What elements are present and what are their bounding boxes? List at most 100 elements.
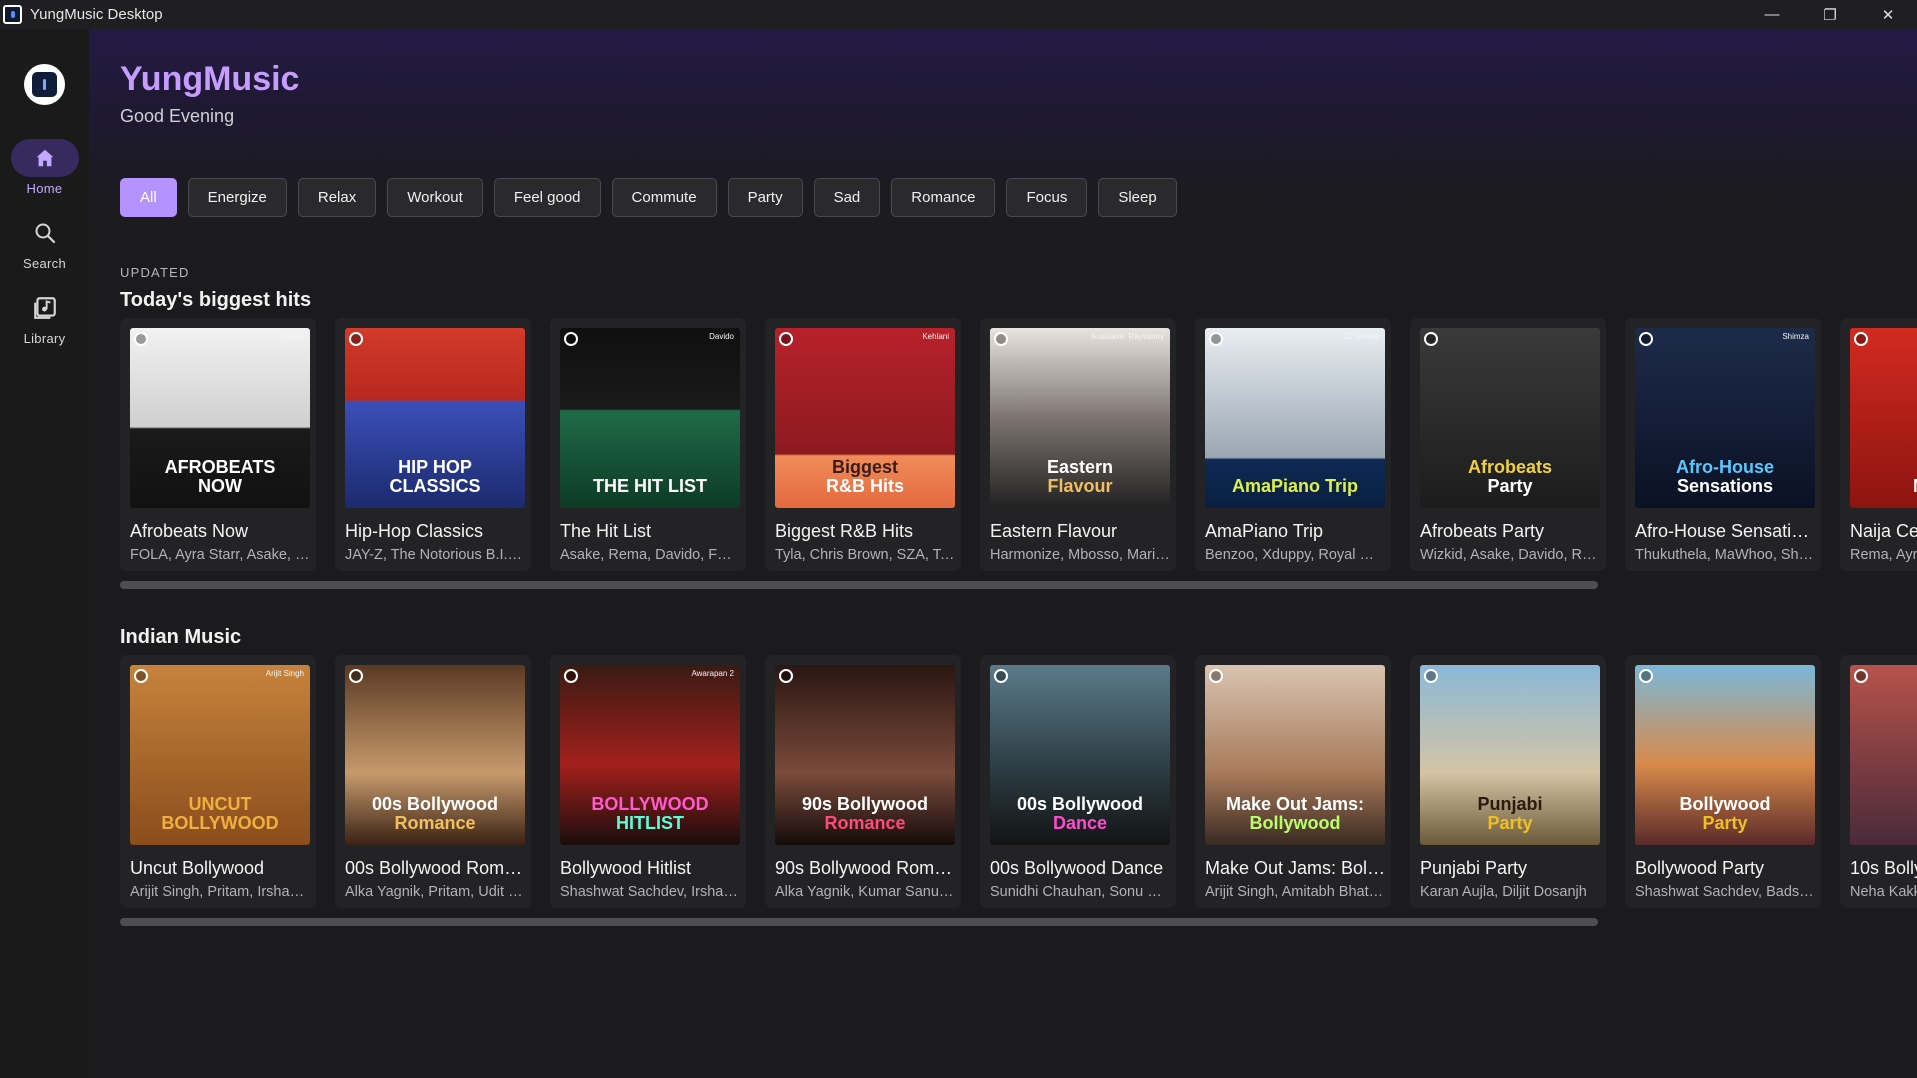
playlist-artists: Benzoo, Xduppy, Royal MusiQ bbox=[1205, 547, 1385, 563]
chip-commute[interactable]: Commute bbox=[611, 178, 717, 217]
yungmusic-badge-icon bbox=[1424, 669, 1438, 683]
cover-text-line-1: AmaPiano Trip bbox=[1231, 476, 1359, 496]
playlist-cover[interactable]: Bollywood Party bbox=[1635, 665, 1815, 845]
playlist-cover[interactable]: 00s Bollywood Romance bbox=[345, 665, 525, 845]
playlist-artists: Arijit Singh, Pritam, Irshad Kamil bbox=[130, 884, 310, 900]
playlist-title[interactable]: Uncut Bollywood bbox=[130, 858, 314, 879]
chip-sad[interactable]: Sad bbox=[813, 178, 881, 217]
playlist-card[interactable]: Arijit Singh UNCUT BOLLYWOOD Uncut Bollywoo… bbox=[120, 655, 316, 908]
app-logo[interactable] bbox=[24, 64, 65, 105]
playlist-card[interactable]: 00s Bollywood Romance 00s Bollywood Romanc… bbox=[335, 655, 531, 908]
yungmusic-badge-icon bbox=[1639, 669, 1653, 683]
playlist-card[interactable]: Punjabi Party Punjabi Party Karan Aujla, Di… bbox=[1410, 655, 1606, 908]
playlist-card[interactable]: 10s B 10s Bollywood Neha Kakkar bbox=[1840, 655, 1917, 908]
playlist-title[interactable]: 00s Bollywood Dance bbox=[990, 858, 1174, 879]
playlist-card[interactable]: HIP HOP CLASSICS Hip-Hop Classics JAY-Z, Th… bbox=[335, 318, 531, 571]
sidebar-item-search[interactable]: Search bbox=[0, 214, 89, 271]
chip-all[interactable]: All bbox=[120, 178, 177, 217]
cover-artist: Awarapan 2 bbox=[691, 669, 734, 678]
playlist-card[interactable]: 00s Bollywood Dance 00s Bollywood Dance Sun… bbox=[980, 655, 1176, 908]
chip-sleep[interactable]: Sleep bbox=[1098, 178, 1177, 217]
playlist-title[interactable]: Punjabi Party bbox=[1420, 858, 1604, 879]
cover-text-line-2: Flavour bbox=[1047, 476, 1113, 496]
playlist-card[interactable]: Afrobeats Party Afrobeats Party Wizkid, Asa… bbox=[1410, 318, 1606, 571]
playlist-cover[interactable]: Shimza Afro-House Sensations bbox=[1635, 328, 1815, 508]
playlist-card[interactable]: 90s Bollywood Romance 90s Bollywood Romanc… bbox=[765, 655, 961, 908]
playlist-title[interactable]: Afrobeats Party bbox=[1420, 521, 1604, 542]
playlist-cover[interactable]: Kehlani Biggest R&B Hits bbox=[775, 328, 955, 508]
chip-relax[interactable]: Relax bbox=[297, 178, 377, 217]
playlist-card[interactable]: Make Out Jams: Bollywood Make Out Jams: Bo… bbox=[1195, 655, 1391, 908]
chip-workout[interactable]: Workout bbox=[387, 178, 483, 217]
playlist-cover[interactable]: 90s Bollywood Romance bbox=[775, 665, 955, 845]
playlist-row: Rema AFROBEATS NOW Afrobeats Now FOLA, Ayra … bbox=[120, 318, 1917, 571]
horizontal-scrollbar[interactable] bbox=[120, 581, 1598, 589]
playlist-artists: Alka Yagnik, Kumar Sanu, Udit Narayan bbox=[775, 884, 955, 900]
home-icon bbox=[36, 149, 53, 167]
chip-energize[interactable]: Energize bbox=[187, 178, 287, 217]
cover-text: UNCUT BOLLYWOOD bbox=[130, 795, 310, 833]
playlist-artists: Rema, Ayra Starr bbox=[1850, 547, 1917, 563]
playlist-cover[interactable]: Kusslave, Rayvanny Eastern Flavour bbox=[990, 328, 1170, 508]
playlist-title[interactable]: Bollywood Hitlist bbox=[560, 858, 744, 879]
sidebar-item-home[interactable]: Home bbox=[0, 139, 89, 196]
playlist-cover[interactable]: Make Out Jams: Bollywood bbox=[1205, 665, 1385, 845]
close-button[interactable]: ✕ bbox=[1859, 0, 1917, 29]
playlist-title[interactable]: AmaPiano Trip bbox=[1205, 521, 1389, 542]
cover-text: BOLLYWOOD HITLIST bbox=[560, 795, 740, 833]
playlist-title[interactable]: The Hit List bbox=[560, 521, 744, 542]
window-title: YungMusic Desktop bbox=[30, 6, 163, 23]
chip-focus[interactable]: Focus bbox=[1006, 178, 1088, 217]
yungmusic-badge-icon bbox=[134, 669, 148, 683]
playlist-card[interactable]: Davido THE HIT LIST The Hit List Asake, Rem… bbox=[550, 318, 746, 571]
section-title: Today's biggest hits bbox=[120, 289, 312, 311]
playlist-cover[interactable]: DJ Smallz AmaPiano Trip bbox=[1205, 328, 1385, 508]
playlist-card[interactable]: Awarapan 2 BOLLYWOOD HITLIST Bollywood Hitl… bbox=[550, 655, 746, 908]
yungmusic-badge-icon bbox=[1209, 669, 1223, 683]
horizontal-scrollbar[interactable] bbox=[120, 918, 1598, 926]
chip-romance[interactable]: Romance bbox=[891, 178, 996, 217]
playlist-cover[interactable]: Afrobeats Party bbox=[1420, 328, 1600, 508]
playlist-title[interactable]: Afro-House Sensations bbox=[1635, 521, 1819, 542]
cover-text: Make Out Jams: Bollywood bbox=[1205, 795, 1385, 833]
cover-text: THE HIT LIST bbox=[560, 477, 740, 496]
cover-text-line-1: Afro-House bbox=[1676, 457, 1774, 477]
playlist-card[interactable]: DJ Smallz AmaPiano Trip AmaPiano Trip Benzo… bbox=[1195, 318, 1391, 571]
playlist-cover[interactable]: 00s Bollywood Dance bbox=[990, 665, 1170, 845]
playlist-cover[interactable]: Awarapan 2 BOLLYWOOD HITLIST bbox=[560, 665, 740, 845]
cover-text-line-1: Bollywood bbox=[1679, 794, 1771, 814]
playlist-cover[interactable]: NAIJA bbox=[1850, 328, 1917, 508]
playlist-cover[interactable]: 10s B bbox=[1850, 665, 1917, 845]
playlist-cover[interactable]: Arijit Singh UNCUT BOLLYWOOD bbox=[130, 665, 310, 845]
playlist-card[interactable]: Rema AFROBEATS NOW Afrobeats Now FOLA, Ayra … bbox=[120, 318, 316, 571]
playlist-title[interactable]: Biggest R&B Hits bbox=[775, 521, 959, 542]
yungmusic-badge-icon bbox=[349, 332, 363, 346]
playlist-title[interactable]: 00s Bollywood Romance bbox=[345, 858, 529, 879]
playlist-title[interactable]: Naija Celebration bbox=[1850, 521, 1917, 542]
playlist-card[interactable]: NAIJA Naija Celebration Rema, Ayra Starr bbox=[1840, 318, 1917, 571]
playlist-card[interactable]: Kehlani Biggest R&B Hits Biggest R&B Hits Ty… bbox=[765, 318, 961, 571]
playlist-artists: Asake, Rema, Davido, FOLA bbox=[560, 547, 740, 563]
playlist-title[interactable]: Afrobeats Now bbox=[130, 521, 314, 542]
playlist-cover[interactable]: Punjabi Party bbox=[1420, 665, 1600, 845]
playlist-artists: JAY-Z, The Notorious B.I.G., Nas bbox=[345, 547, 525, 563]
playlist-title[interactable]: Eastern Flavour bbox=[990, 521, 1174, 542]
sidebar-item-library[interactable]: Library bbox=[0, 289, 89, 346]
minimize-button[interactable]: — bbox=[1743, 0, 1801, 29]
playlist-title[interactable]: 90s Bollywood Romance bbox=[775, 858, 959, 879]
cover-text-line-1: 00s Bollywood bbox=[371, 794, 499, 814]
playlist-card[interactable]: Kusslave, Rayvanny Eastern Flavour Eastern … bbox=[980, 318, 1176, 571]
chip-feel-good[interactable]: Feel good bbox=[493, 178, 601, 217]
close-icon: ✕ bbox=[1881, 6, 1895, 24]
playlist-cover[interactable]: Rema AFROBEATS NOW bbox=[130, 328, 310, 508]
playlist-title[interactable]: Hip-Hop Classics bbox=[345, 521, 529, 542]
playlist-title[interactable]: 10s Bollywood bbox=[1850, 858, 1917, 879]
playlist-title[interactable]: Bollywood Party bbox=[1635, 858, 1819, 879]
playlist-title[interactable]: Make Out Jams: Bollywood bbox=[1205, 858, 1389, 879]
playlist-cover[interactable]: HIP HOP CLASSICS bbox=[345, 328, 525, 508]
playlist-card[interactable]: Bollywood Party Bollywood Party Shashwat Sa… bbox=[1625, 655, 1821, 908]
playlist-card[interactable]: Shimza Afro-House Sensations Afro-House Sen… bbox=[1625, 318, 1821, 571]
playlist-cover[interactable]: Davido THE HIT LIST bbox=[560, 328, 740, 508]
maximize-button[interactable]: ❐ bbox=[1801, 0, 1859, 29]
chip-party[interactable]: Party bbox=[727, 178, 803, 217]
